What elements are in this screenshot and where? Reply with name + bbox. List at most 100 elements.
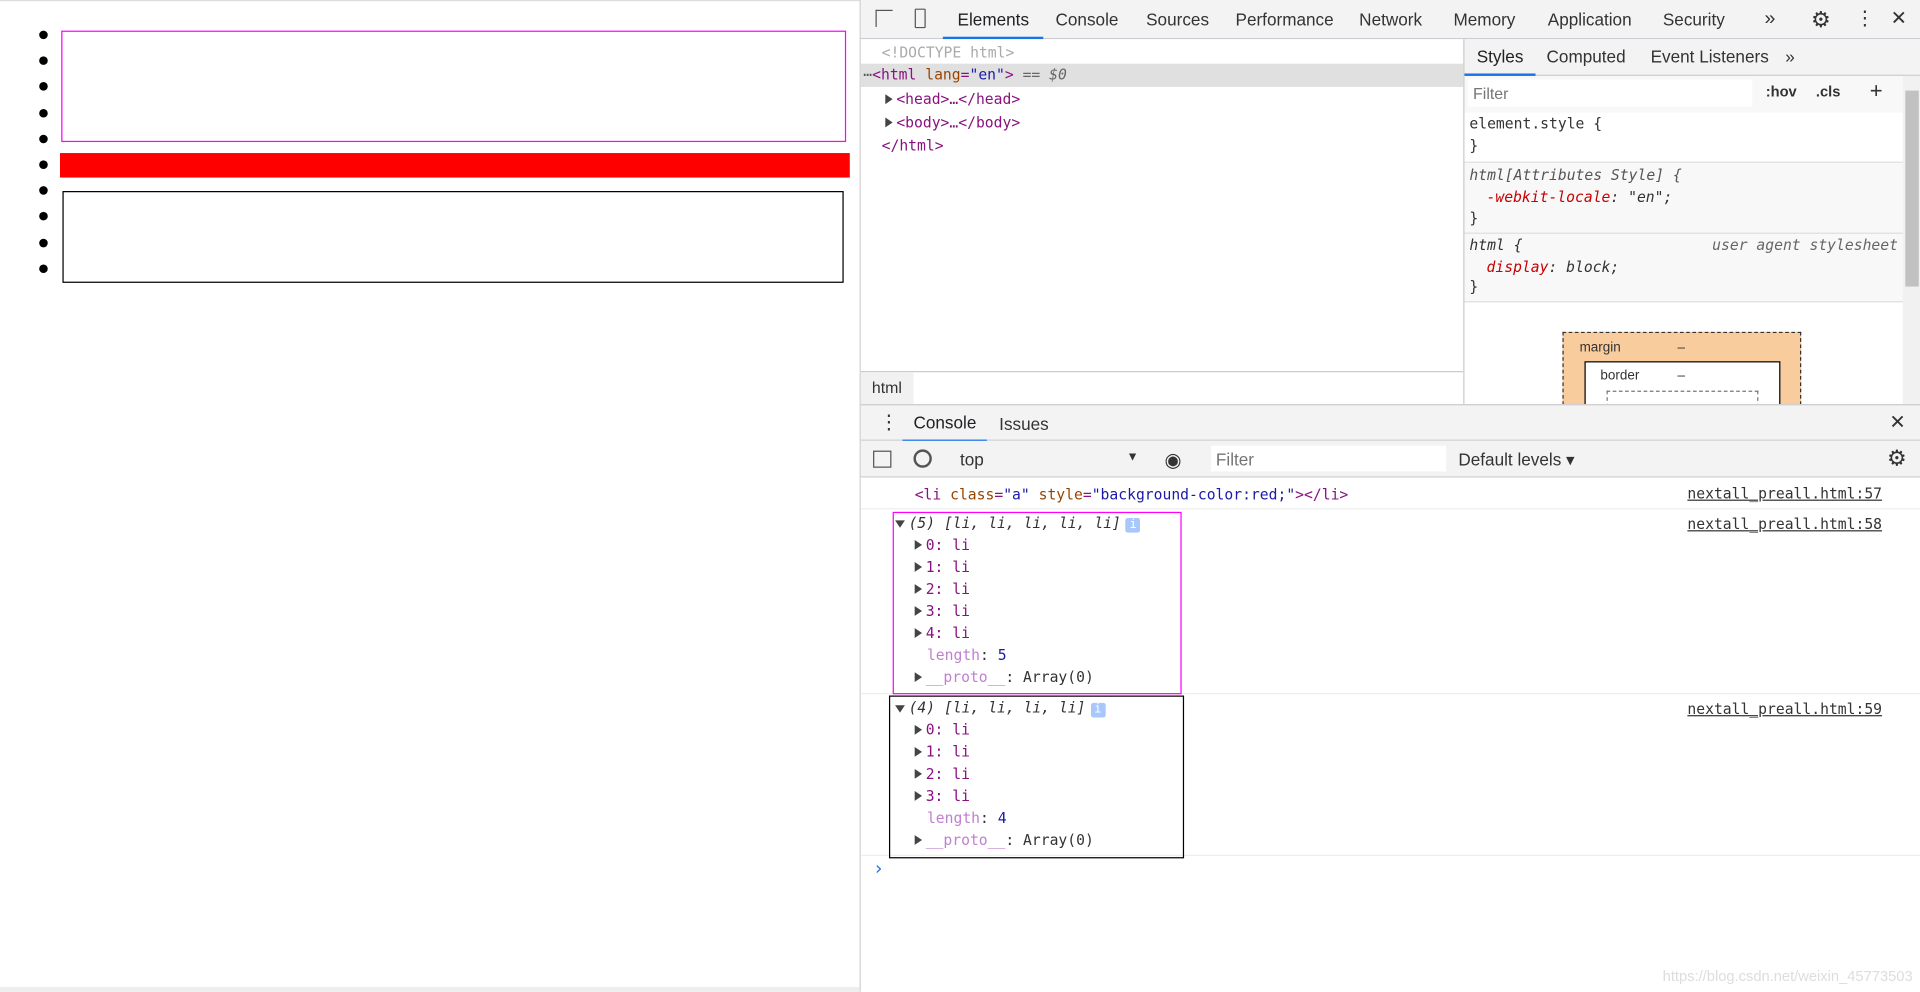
console-toolbar: top ▼ ◉ Default levels ▾ ⚙ (860, 440, 1920, 478)
array-item[interactable]: 3: li (914, 787, 970, 804)
array-header[interactable]: (5) [li, li, li, li, li] i (895, 514, 1141, 533)
array-proto[interactable]: __proto__: Array(0) (914, 831, 1094, 849)
array-item[interactable]: 0: li (914, 536, 970, 553)
prop-name: display (1486, 258, 1549, 276)
drawer-tab-console[interactable]: Console (902, 405, 988, 443)
border-value: – (1677, 368, 1686, 384)
devtools: Elements Console Sources Performance Network… (859, 0, 1920, 992)
source-link[interactable]: nextall_preall.html:58 (1687, 516, 1882, 533)
tab-performance[interactable]: Performance (1236, 0, 1334, 39)
console-messages: <li class="a" style="background-color:re… (860, 477, 1920, 992)
devtools-toolbar: Elements Console Sources Performance Network… (860, 0, 1920, 40)
tab-security[interactable]: Security (1663, 0, 1725, 39)
context-select[interactable]: top (960, 449, 984, 469)
list-bullet (39, 30, 48, 40)
log-levels-dropdown[interactable]: Default levels ▾ (1458, 449, 1574, 470)
attr-name: lang (925, 66, 961, 84)
selected-marker: == $0 (1022, 66, 1067, 84)
drawer-menu-icon[interactable]: ⋮ (879, 405, 899, 442)
console-prompt[interactable]: › (873, 857, 884, 879)
breadcrumb-html[interactable]: html (860, 372, 913, 405)
page-scrollbar[interactable] (0, 986, 860, 992)
tab-application[interactable]: Application (1548, 0, 1632, 39)
rule-close: } (1469, 209, 1479, 227)
tab-memory[interactable]: Memory (1453, 0, 1515, 39)
live-expression-eye-icon[interactable]: ◉ (1164, 448, 1181, 472)
console-message: nextall_preall.html:59 (4) [li, li, li, … (860, 694, 1920, 859)
hov-button[interactable]: :hov (1766, 83, 1797, 100)
array-item[interactable]: 2: li (914, 765, 970, 782)
tab-styles[interactable]: Styles (1464, 39, 1536, 76)
head-node[interactable]: <head>…</head> (885, 91, 1020, 108)
style-rule-attributes: html[Attributes Style] { -webkit-locale:… (1464, 162, 1903, 234)
tab-computed[interactable]: Computed (1547, 39, 1626, 76)
close-drawer-icon[interactable]: ✕ (1889, 405, 1905, 442)
kebab-menu-icon[interactable]: ⋮ (1855, 0, 1875, 39)
list-bullet (39, 56, 48, 66)
tab-network[interactable]: Network (1359, 0, 1422, 39)
device-toggle-icon[interactable] (914, 8, 926, 29)
list-bullet (39, 264, 48, 273)
rule-selector: html { (1469, 236, 1523, 254)
close-devtools-icon[interactable]: ✕ (1891, 0, 1907, 39)
styles-scrollbar[interactable] (1902, 75, 1920, 405)
body-node-text: <body>…</body> (896, 113, 1021, 132)
list-bullet (39, 212, 48, 221)
array-item[interactable]: 3: li (914, 602, 970, 620)
source-link[interactable]: nextall_preall.html:59 (1687, 700, 1882, 717)
array-item[interactable]: 1: li (914, 558, 970, 576)
tab-console[interactable]: Console (1056, 0, 1119, 39)
style-rule-element: element.style { } (1464, 112, 1903, 163)
settings-gear-icon[interactable]: ⚙ (1811, 0, 1831, 39)
tab-sources[interactable]: Sources (1146, 0, 1209, 39)
magenta-box (61, 30, 847, 143)
rule-close: } (1469, 277, 1479, 296)
breadcrumb: html (860, 371, 1464, 405)
html-node-selected[interactable]: ⋯<html lang="en"> == $0 (860, 63, 1464, 87)
styles-pane: Styles Computed Event Listeners » :hov .… (1463, 39, 1920, 428)
array-length: length: 5 (926, 646, 1007, 664)
page-viewport (0, 0, 860, 992)
logged-element[interactable]: <li class="a" style="background-color:re… (915, 486, 1349, 503)
margin-label: margin (1579, 340, 1621, 356)
tag-name: <html (872, 66, 917, 84)
rule-source: user agent stylesheet (1712, 236, 1898, 254)
console-filter-input[interactable] (1211, 445, 1447, 472)
array-item[interactable]: 0: li (914, 721, 970, 738)
elements-tree: <!DOCTYPE html> ⋯<html lang="en"> == $0 … (860, 39, 1464, 372)
tab-elements[interactable]: Elements (942, 0, 1044, 40)
inspect-icon[interactable] (875, 9, 893, 27)
context-dropdown-icon[interactable]: ▼ (1127, 451, 1139, 464)
console-message: nextall_preall.html:58 (5) [li, li, li, … (860, 509, 1920, 695)
array-item[interactable]: 4: li (914, 624, 970, 642)
styles-tabs: Styles Computed Event Listeners » (1464, 39, 1920, 76)
prop-name[interactable]: -webkit-locale (1487, 189, 1611, 206)
new-rule-button[interactable]: + (1870, 78, 1883, 104)
list-bullet (39, 160, 48, 169)
rule-close: } (1469, 137, 1479, 155)
styles-more-button[interactable]: » (1785, 39, 1795, 76)
body-node[interactable]: <body>…</body> (885, 114, 1020, 131)
list-bullet (39, 238, 48, 247)
more-tabs-button[interactable]: » (1764, 0, 1775, 39)
drawer-header: ⋮ Console Issues ✕ (860, 404, 1920, 443)
array-header[interactable]: (4) [li, li, li, li] i (895, 699, 1106, 718)
attr-value: "en" (969, 66, 1005, 84)
console-settings-gear-icon[interactable]: ⚙ (1887, 446, 1907, 472)
sidebar-toggle-icon[interactable] (873, 450, 892, 468)
array-item[interactable]: 1: li (914, 743, 970, 760)
source-link[interactable]: nextall_preall.html:57 (1687, 485, 1882, 502)
styles-filter-input[interactable] (1468, 79, 1753, 107)
array-item[interactable]: 2: li (914, 580, 970, 598)
cls-button[interactable]: .cls (1816, 83, 1841, 100)
watermark: https://blog.csdn.net/weixin_45773503 (1662, 967, 1913, 985)
list-bullet (39, 186, 48, 195)
drawer-tab-issues[interactable]: Issues (999, 405, 1049, 442)
doctype-node: <!DOCTYPE html> (881, 44, 1015, 62)
array-proto[interactable]: __proto__: Array(0) (914, 669, 1094, 686)
border-label: border (1600, 368, 1640, 384)
rule-selector: html[Attributes Style] { (1469, 166, 1682, 184)
prop-value[interactable]: "en"; (1628, 189, 1672, 206)
clear-console-icon[interactable] (913, 449, 932, 468)
tab-event-listeners[interactable]: Event Listeners (1651, 39, 1769, 76)
